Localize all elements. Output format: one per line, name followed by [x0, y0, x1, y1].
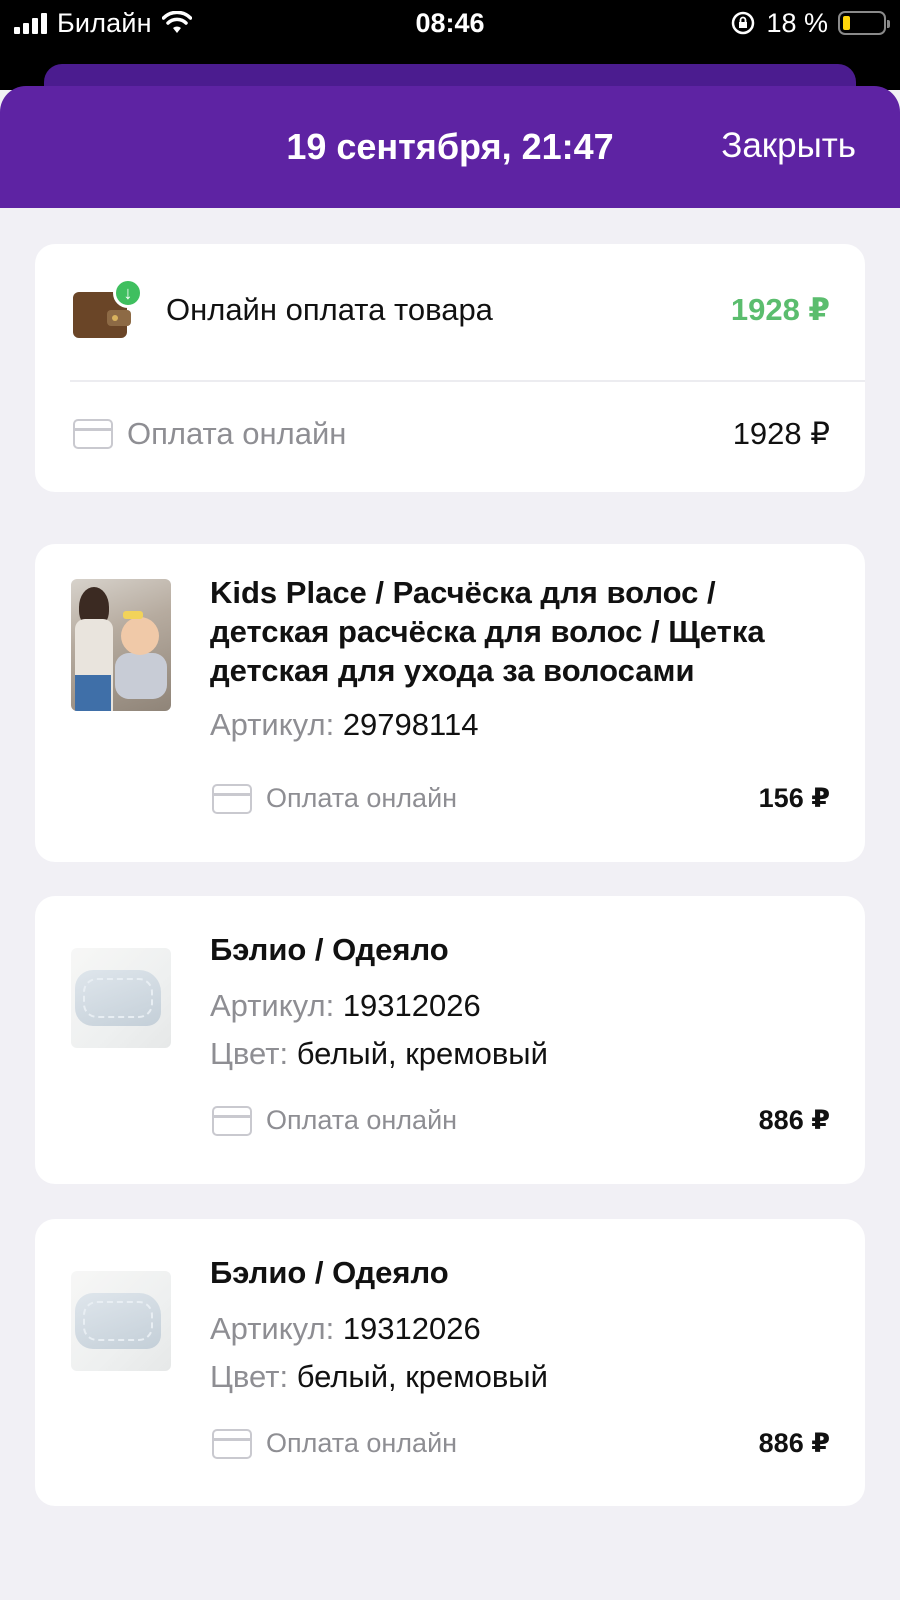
payment-method-label: Оплата онлайн: [266, 1428, 458, 1458]
product-card[interactable]: Kids Place / Расчёска для волос / детска…: [35, 544, 865, 862]
battery-level: [843, 16, 850, 30]
product-article: Артикул: 29798114: [210, 707, 478, 743]
product-price: 156 ₽: [758, 783, 830, 813]
article-value: 19312026: [342, 988, 481, 1023]
close-button[interactable]: Закрыть: [721, 126, 856, 166]
credit-card-icon: [212, 784, 252, 814]
product-article: Артикул: 19312026: [210, 1311, 481, 1347]
article-value: 29798114: [342, 707, 479, 742]
product-price: 886 ₽: [758, 1428, 830, 1458]
product-image: [71, 948, 171, 1048]
battery-percent: 18 %: [766, 7, 828, 38]
product-title: Бэлио / Одеяло: [210, 932, 449, 967]
credit-card-icon: [73, 419, 113, 449]
wallet-icon: ↓: [73, 278, 143, 342]
product-card[interactable]: Бэлио / Одеяло Артикул: 19312026 Цвет: б…: [35, 1219, 865, 1506]
credit-card-icon: [212, 1106, 252, 1136]
product-card[interactable]: Бэлио / Одеяло Артикул: 19312026 Цвет: б…: [35, 896, 865, 1184]
summary-amount: 1928 ₽: [730, 292, 830, 327]
summary-title: Онлайн оплата товара: [166, 292, 493, 327]
color-label: Цвет:: [210, 1036, 289, 1071]
credit-card-icon: [212, 1429, 252, 1459]
product-price: 886 ₽: [758, 1105, 830, 1135]
header: 19 сентября, 21:47 Закрыть: [0, 86, 900, 208]
article-label: Артикул:: [210, 988, 335, 1023]
product-title: Kids Place / Расчёска для волос / детска…: [210, 575, 765, 688]
article-label: Артикул:: [210, 1311, 335, 1346]
status-right: 18 %: [730, 6, 890, 40]
payment-summary-card: ↓ Онлайн оплата товара 1928 ₽ Оплата онл…: [35, 244, 865, 492]
download-badge-icon: ↓: [113, 278, 143, 308]
divider: [70, 380, 865, 382]
product-image: [71, 579, 171, 711]
product-article: Артикул: 19312026: [210, 988, 481, 1024]
color-value: белый, кремовый: [296, 1359, 548, 1394]
payment-method-label: Оплата онлайн: [266, 1105, 458, 1135]
orientation-lock-icon: [732, 11, 755, 35]
payment-method-label: Оплата онлайн: [127, 416, 347, 451]
payment-method-amount: 1928 ₽: [732, 416, 830, 451]
product-color: Цвет: белый, кремовый: [210, 1359, 548, 1395]
summary-header: ↓ Онлайн оплата товара 1928 ₽: [35, 244, 865, 382]
battery-icon: [838, 11, 890, 35]
product-title: Бэлио / Одеяло: [210, 1255, 449, 1290]
color-value: белый, кремовый: [296, 1036, 548, 1071]
product-image: [71, 1271, 171, 1371]
article-label: Артикул:: [210, 707, 335, 742]
payment-method-label: Оплата онлайн: [266, 783, 458, 813]
article-value: 19312026: [342, 1311, 481, 1346]
color-label: Цвет:: [210, 1359, 289, 1394]
product-color: Цвет: белый, кремовый: [210, 1036, 548, 1072]
